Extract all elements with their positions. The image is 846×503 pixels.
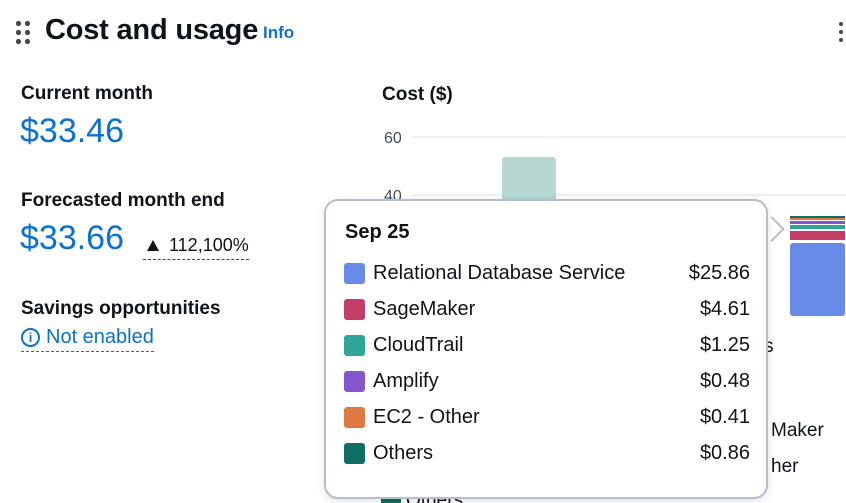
legend-partial-label: her — [771, 456, 799, 477]
bar-segment-cloudtrail — [790, 225, 845, 229]
tooltip-row: SageMaker $4.61 — [344, 294, 750, 324]
bar-segment-sagemaker — [790, 231, 845, 240]
tooltip-row: EC2 - Other $0.41 — [344, 402, 750, 432]
legend-partial-label: Maker — [771, 420, 824, 441]
tooltip-row: Others $0.86 — [344, 438, 750, 468]
legend-swatch — [344, 298, 365, 320]
y-tick-label: 60 — [384, 130, 402, 147]
bar-segment-others — [790, 216, 845, 218]
chart-y-axis-label: Cost ($) — [382, 84, 453, 105]
legend-swatch — [344, 334, 365, 356]
tooltip-row: Amplify $0.48 — [344, 366, 750, 396]
tooltip-service-cost: $0.48 — [699, 369, 750, 392]
tooltip-service-name: Amplify — [373, 369, 439, 392]
tooltip-service-name: CloudTrail — [373, 333, 464, 356]
tooltip-service-name: EC2 - Other — [373, 405, 480, 428]
legend-swatch — [344, 406, 365, 428]
chart-bar-sep-25[interactable] — [790, 216, 845, 316]
bar-segment-ec2-other — [790, 218, 845, 220]
tooltip-service-name: SageMaker — [373, 297, 476, 320]
tooltip-date: Sep 25 — [345, 221, 410, 243]
legend-swatch — [344, 442, 365, 464]
tooltip-row: CloudTrail $1.25 — [344, 330, 750, 360]
tooltip-service-cost: $4.61 — [699, 297, 750, 320]
tooltip-service-cost: $0.86 — [699, 441, 750, 464]
tooltip-service-cost: $25.86 — [688, 261, 750, 284]
bar-segment-amplify — [790, 221, 845, 224]
tooltip-service-name: Relational Database Service — [373, 261, 626, 284]
chart-tooltip: Sep 25 Relational Database Service $25.8… — [324, 199, 768, 499]
bar-segment-rds — [790, 243, 845, 316]
tooltip-service-cost: $0.41 — [699, 405, 750, 428]
legend-swatch — [344, 370, 365, 392]
tooltip-row: Relational Database Service $25.86 — [344, 258, 750, 288]
tooltip-service-cost: $1.25 — [699, 333, 750, 356]
legend-swatch — [344, 262, 365, 284]
tooltip-service-name: Others — [373, 441, 434, 464]
